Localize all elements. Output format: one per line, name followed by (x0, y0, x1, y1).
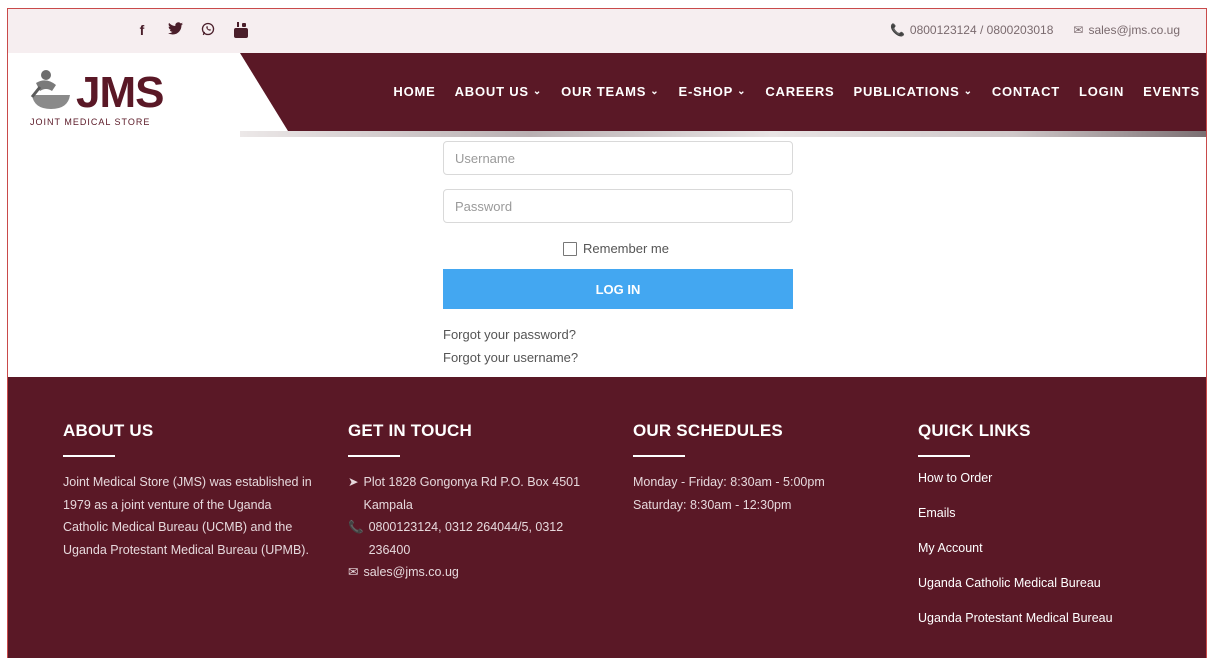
nav-events-label: EVENTS (1143, 84, 1200, 99)
top-bar: f 📞 0800123124 / 0800203018 ✉ sales@jms.… (8, 9, 1206, 53)
footer-quick-links: QUICK LINKS How to Order Emails My Accou… (918, 421, 1178, 625)
login-form: Remember me LOG IN Forgot your password?… (443, 141, 793, 365)
footer-about-text: Joint Medical Store (JMS) was establishe… (63, 475, 312, 557)
quick-links-list: How to Order Emails My Account Uganda Ca… (918, 471, 1178, 625)
nav-teams-label: OUR TEAMS (561, 84, 647, 99)
envelope-icon: ✉ (1073, 23, 1084, 37)
footer-phones: 📞 0800123124, 0312 264044/5, 0312 236400 (348, 516, 608, 561)
footer-about: ABOUT US Joint Medical Store (JMS) was e… (63, 421, 313, 561)
footer-email-text: sales@jms.co.ug (363, 565, 459, 579)
footer-touch-lines: ➤ Plot 1828 Gongonya Rd P.O. Box 4501 Kam… (348, 471, 608, 584)
chevron-down-icon: ⌄ (963, 86, 973, 97)
top-contact: 📞 0800123124 / 0800203018 ✉ sales@jms.co… (890, 23, 1180, 37)
site-footer: ABOUT US Joint Medical Store (JMS) was e… (8, 377, 1206, 658)
footer-phones-text: 0800123124, 0312 264044/5, 0312 236400 (368, 520, 564, 557)
footer-divider (63, 455, 115, 457)
top-phone: 📞 0800123124 / 0800203018 (890, 23, 1053, 37)
quick-link-emails[interactable]: Emails (918, 506, 1178, 520)
footer-email[interactable]: ✉ sales@jms.co.ug (348, 561, 608, 584)
chevron-down-icon: ⌄ (532, 86, 543, 97)
footer-divider (918, 455, 970, 457)
remember-label: Remember me (583, 241, 669, 256)
twitter-icon[interactable] (167, 22, 183, 38)
nav-home-label: HOME (393, 84, 436, 99)
footer-divider (633, 455, 685, 457)
nav-login[interactable]: LOGIN (1079, 84, 1124, 99)
nav-eshop-label: E-SHOP (678, 84, 734, 99)
footer-divider (348, 455, 400, 457)
main-nav: HOME ABOUT US ⌄ OUR TEAMS ⌄ E-SHOP ⌄ CAREER… (393, 84, 1200, 99)
login-button[interactable]: LOG IN (443, 269, 793, 309)
site-logo[interactable]: JMS JOINT MEDICAL STORE (26, 63, 166, 129)
quick-link-my-account[interactable]: My Account (918, 541, 1178, 555)
password-input[interactable] (443, 189, 793, 223)
logo-title: JMS (76, 68, 164, 117)
envelope-icon: ✉ (348, 565, 359, 579)
footer-about-title: ABOUT US (63, 421, 154, 440)
schedule-weekdays: Monday - Friday: 8:30am - 5:00pm (633, 475, 825, 489)
quick-link-how-to-order[interactable]: How to Order (918, 471, 1178, 485)
footer-schedule-lines: Monday - Friday: 8:30am - 5:00pm Saturda… (633, 471, 873, 516)
footer-quick-title: QUICK LINKS (918, 421, 1031, 440)
facebook-icon[interactable]: f (134, 22, 150, 38)
nav-home[interactable]: HOME (393, 84, 435, 99)
username-input[interactable] (443, 141, 793, 175)
nav-careers-label: CAREERS (765, 84, 835, 99)
phone-icon: 📞 (348, 520, 364, 534)
youtube-icon[interactable] (233, 22, 249, 38)
social-links: f (134, 22, 249, 38)
nav-publications[interactable]: PUBLICATIONS ⌄ (853, 84, 972, 99)
site-header: JMS JOINT MEDICAL STORE HOME ABOUT US ⌄ O… (8, 53, 1206, 137)
chevron-down-icon: ⌄ (737, 86, 747, 97)
forgot-password-link[interactable]: Forgot your password? (443, 327, 576, 342)
page-frame: f 📞 0800123124 / 0800203018 ✉ sales@jms.… (7, 8, 1207, 658)
phone-icon: 📞 (889, 23, 905, 37)
remember-me[interactable]: Remember me (563, 241, 669, 256)
top-email[interactable]: ✉ sales@jms.co.ug (1073, 23, 1180, 37)
quick-link-ucmb[interactable]: Uganda Catholic Medical Bureau (918, 576, 1178, 590)
footer-schedules: OUR SCHEDULES Monday - Friday: 8:30am - … (633, 421, 873, 516)
logo-emblem-icon (30, 70, 70, 109)
nav-events[interactable]: EVENTS (1143, 84, 1200, 99)
nav-about-label: ABOUT US (454, 84, 529, 99)
top-phone-text: 0800123124 / 0800203018 (909, 23, 1054, 37)
nav-login-label: LOGIN (1079, 84, 1125, 99)
nav-careers[interactable]: CAREERS (765, 84, 834, 99)
location-arrow-icon: ➤ (348, 475, 359, 489)
nav-contact[interactable]: CONTACT (992, 84, 1060, 99)
forgot-username-link[interactable]: Forgot your username? (443, 350, 578, 365)
schedule-saturday: Saturday: 8:30am - 12:30pm (633, 497, 792, 512)
chevron-down-icon: ⌄ (650, 86, 660, 97)
nav-publications-label: PUBLICATIONS (853, 84, 960, 99)
nav-contact-label: CONTACT (991, 84, 1060, 99)
logo-subtitle: JOINT MEDICAL STORE (30, 117, 151, 127)
nav-our-teams[interactable]: OUR TEAMS ⌄ (561, 84, 659, 99)
nav-about-us[interactable]: ABOUT US ⌄ (455, 84, 542, 99)
quick-link-upmb[interactable]: Uganda Protestant Medical Bureau (918, 611, 1178, 625)
footer-address-text: Plot 1828 Gongonya Rd P.O. Box 4501 Kamp… (363, 475, 581, 512)
nav-e-shop[interactable]: E-SHOP ⌄ (678, 84, 746, 99)
whatsapp-icon[interactable] (200, 22, 216, 38)
top-email-text: sales@jms.co.ug (1088, 23, 1180, 37)
footer-address: ➤ Plot 1828 Gongonya Rd P.O. Box 4501 Kam… (348, 471, 608, 516)
footer-schedules-title: OUR SCHEDULES (633, 421, 783, 440)
hero-image-strip (240, 131, 1206, 137)
footer-touch: GET IN TOUCH ➤ Plot 1828 Gongonya Rd P.O.… (348, 421, 608, 584)
remember-checkbox[interactable] (563, 241, 577, 256)
footer-touch-title: GET IN TOUCH (348, 421, 472, 440)
